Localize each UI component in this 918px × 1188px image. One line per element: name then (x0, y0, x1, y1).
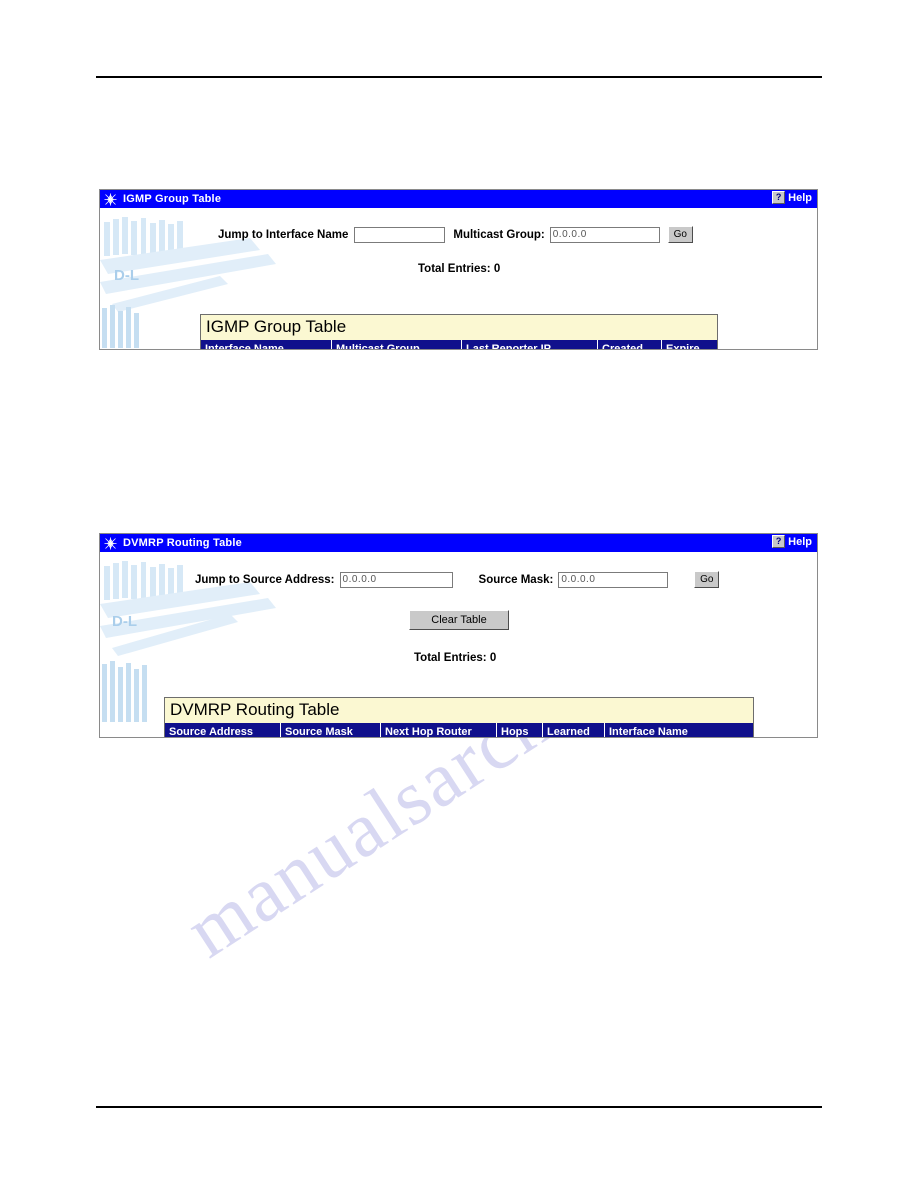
question-mark-icon: ? (772, 535, 786, 548)
igmp-jump-form: Jump to Interface Name Multicast Group: … (218, 226, 693, 243)
interface-name-label: Jump to Interface Name (218, 228, 349, 241)
source-mask-input[interactable]: 0.0.0.0 (558, 571, 669, 588)
panel-body: D-L Jump to Interface Name Multicast Gro… (100, 208, 817, 349)
igmp-results-table: IGMP Group Table Interface Name Multicas… (200, 314, 718, 349)
column-header-interface-name[interactable]: Interface Name (201, 340, 332, 349)
table-title: IGMP Group Table (201, 315, 717, 340)
clear-table-button[interactable]: Clear Table (409, 610, 509, 630)
svg-text:D-L: D-L (112, 613, 137, 630)
panel-titlebar: IGMP Group Table ? Help (100, 190, 817, 208)
column-header-source-address[interactable]: Source Address (165, 723, 281, 737)
dvmrp-jump-form: Jump to Source Address: 0.0.0.0 Source M… (195, 571, 720, 588)
go-button[interactable]: Go (694, 571, 720, 588)
column-header-learned[interactable]: Learned (543, 723, 605, 737)
total-entries-label: Total Entries: 0 (414, 652, 497, 664)
column-header-last-reporter-ip[interactable]: Last Reporter IP (462, 340, 598, 349)
question-mark-icon: ? (772, 191, 786, 204)
column-header-interface-name[interactable]: Interface Name (605, 723, 753, 738)
help-button[interactable]: ? Help (772, 535, 814, 548)
dvmrp-routing-table-panel: DVMRP Routing Table ? Help D-L Jump to S… (99, 533, 818, 738)
column-header-created[interactable]: Created (598, 340, 662, 349)
header-rule (96, 76, 822, 78)
source-mask-label: Source Mask: (478, 573, 554, 586)
multicast-group-input[interactable]: 0.0.0.0 (549, 226, 660, 243)
multicast-group-label: Multicast Group: (453, 228, 545, 241)
panel-body: D-L Jump to Source Address: 0.0.0.0 Sour… (100, 552, 817, 737)
table-title: DVMRP Routing Table (165, 698, 753, 723)
total-entries-label: Total Entries: 0 (418, 263, 501, 275)
help-button[interactable]: ? Help (772, 191, 814, 204)
spider-web-icon (104, 537, 117, 550)
source-address-input[interactable]: 0.0.0.0 (339, 571, 453, 588)
column-header-next-hop-router[interactable]: Next Hop Router (381, 723, 497, 737)
panel-title: DVMRP Routing Table (123, 537, 242, 549)
help-label: Help (788, 191, 812, 204)
dvmrp-results-table: DVMRP Routing Table Source Address Sourc… (164, 697, 754, 737)
footer-rule (96, 1106, 822, 1108)
column-header-multicast-group[interactable]: Multicast Group (332, 340, 462, 349)
column-header-source-mask[interactable]: Source Mask (281, 723, 381, 737)
column-header-expire[interactable]: Expire (662, 340, 717, 350)
column-header-hops[interactable]: Hops (497, 723, 543, 737)
help-label: Help (788, 535, 812, 548)
spider-web-icon (104, 193, 117, 206)
go-button[interactable]: Go (667, 226, 693, 243)
panel-title: IGMP Group Table (123, 193, 222, 205)
table-header-row: Source Address Source Mask Next Hop Rout… (165, 723, 753, 737)
panel-titlebar: DVMRP Routing Table ? Help (100, 534, 817, 552)
svg-text:D-L: D-L (114, 267, 139, 284)
interface-name-input[interactable] (354, 226, 446, 243)
igmp-group-table-panel: IGMP Group Table ? Help D-L Jump to Inte… (99, 189, 818, 350)
source-address-label: Jump to Source Address: (195, 573, 335, 586)
table-header-row: Interface Name Multicast Group Last Repo… (201, 340, 717, 349)
